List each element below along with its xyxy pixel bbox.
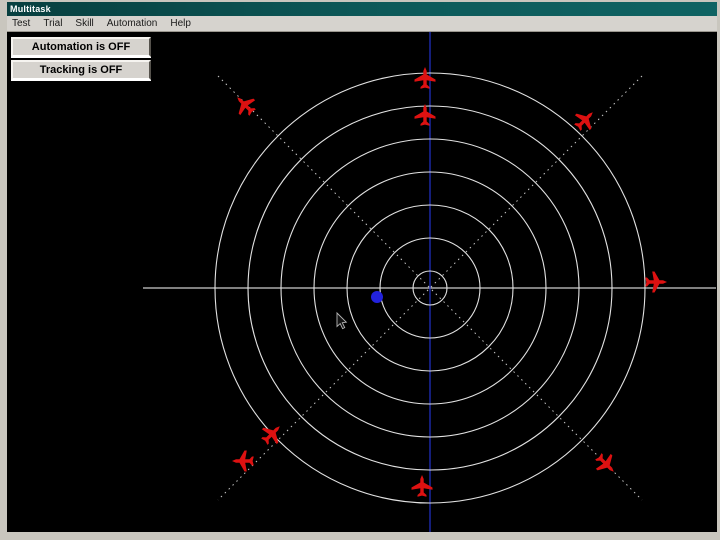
menu-item-skill[interactable]: Skill bbox=[75, 18, 93, 29]
menu-item-trial[interactable]: Trial bbox=[43, 18, 62, 29]
plane-icon bbox=[414, 104, 436, 126]
mouse-cursor-icon bbox=[336, 311, 348, 330]
plane-icon bbox=[574, 112, 593, 131]
plane-icon bbox=[232, 450, 254, 472]
plane-icon bbox=[237, 97, 256, 116]
menu-item-automation[interactable]: Automation bbox=[107, 18, 158, 29]
status-button-group: Automation is OFF Tracking is OFF bbox=[11, 37, 151, 80]
radar-client-area: Automation is OFF Tracking is OFF bbox=[7, 32, 717, 532]
app-window: Multitask Test Trial Skill Automation Help A… bbox=[0, 0, 720, 540]
tracking-status-button[interactable]: Tracking is OFF bbox=[11, 60, 151, 80]
menu-item-help[interactable]: Help bbox=[170, 18, 191, 29]
radar-display[interactable] bbox=[7, 32, 717, 532]
plane-icon bbox=[414, 67, 436, 89]
window-title: Multitask bbox=[10, 4, 51, 14]
menu-item-test[interactable]: Test bbox=[12, 18, 30, 29]
plane-icon bbox=[411, 475, 433, 497]
title-bar[interactable]: Multitask bbox=[7, 2, 717, 16]
plane-icon bbox=[645, 271, 667, 293]
tracking-target-dot[interactable] bbox=[371, 291, 383, 303]
menu-bar: Test Trial Skill Automation Help bbox=[7, 16, 717, 32]
automation-status-button[interactable]: Automation is OFF bbox=[11, 37, 151, 57]
